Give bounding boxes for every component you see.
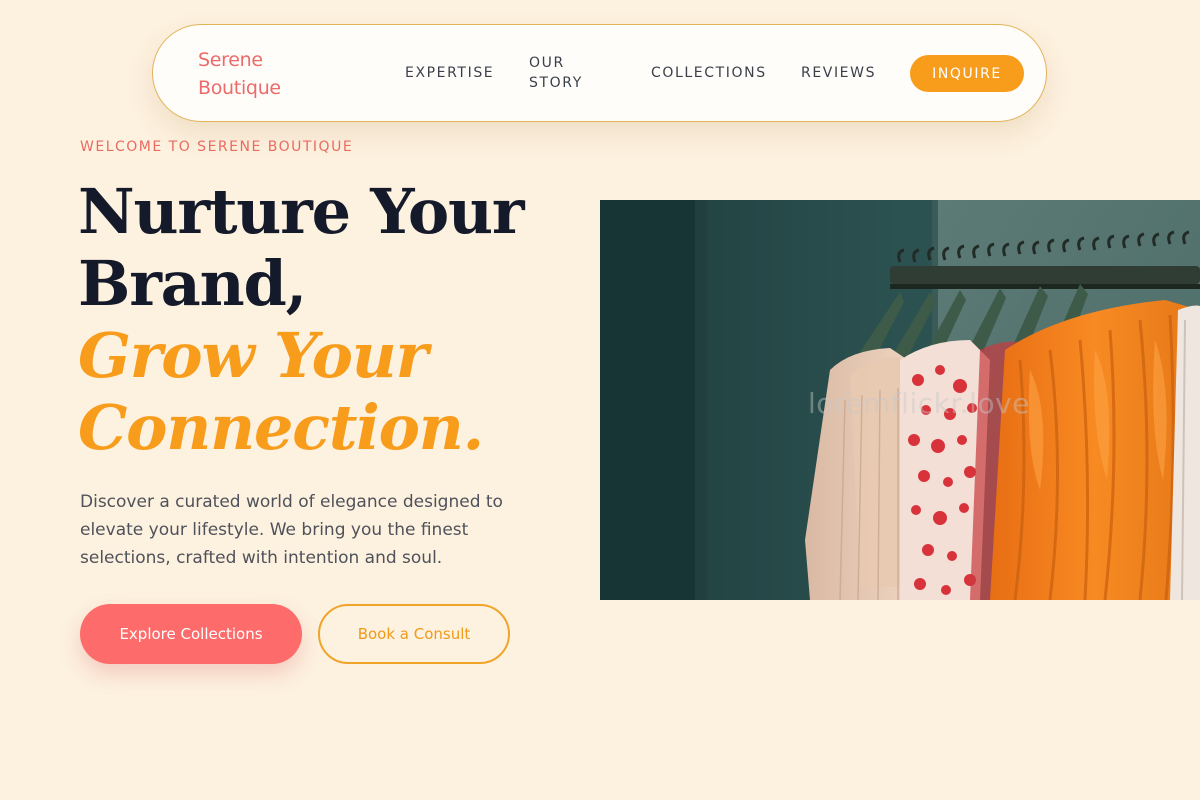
headline-line-2: Brand,	[78, 247, 307, 320]
image-watermark: loremflickr.love	[808, 387, 1030, 420]
headline-line-1: Nurture Your	[78, 175, 525, 248]
headline-line-4: Connection.	[78, 391, 484, 464]
inquire-button[interactable]: INQUIRE	[910, 55, 1024, 92]
nav-link-our-story[interactable]: OUR STORY	[529, 53, 609, 93]
hero-headline: Nurture Your Brand, Grow Your Connection…	[78, 175, 525, 464]
top-nav: Serene Boutique EXPERTISE OUR STORY COLL…	[152, 24, 1047, 122]
nav-link-collections[interactable]: COLLECTIONS	[651, 63, 767, 83]
brand-name: Serene Boutique	[198, 49, 281, 99]
hero-description: Discover a curated world of elegance des…	[80, 492, 503, 568]
hero-eyebrow: WELCOME TO SERENE BOUTIQUE	[80, 139, 354, 155]
nav-link-expertise[interactable]: EXPERTISE	[405, 63, 494, 83]
brand-logo[interactable]: Serene Boutique	[198, 46, 308, 102]
nav-link-our-story-line1: OUR	[529, 55, 565, 71]
nav-link-our-story-line2: STORY	[529, 75, 583, 91]
headline-line-3: Grow Your	[78, 319, 428, 392]
nav-link-reviews[interactable]: REVIEWS	[801, 63, 876, 83]
explore-collections-button[interactable]: Explore Collections	[80, 604, 302, 664]
book-consult-button[interactable]: Book a Consult	[318, 604, 510, 664]
